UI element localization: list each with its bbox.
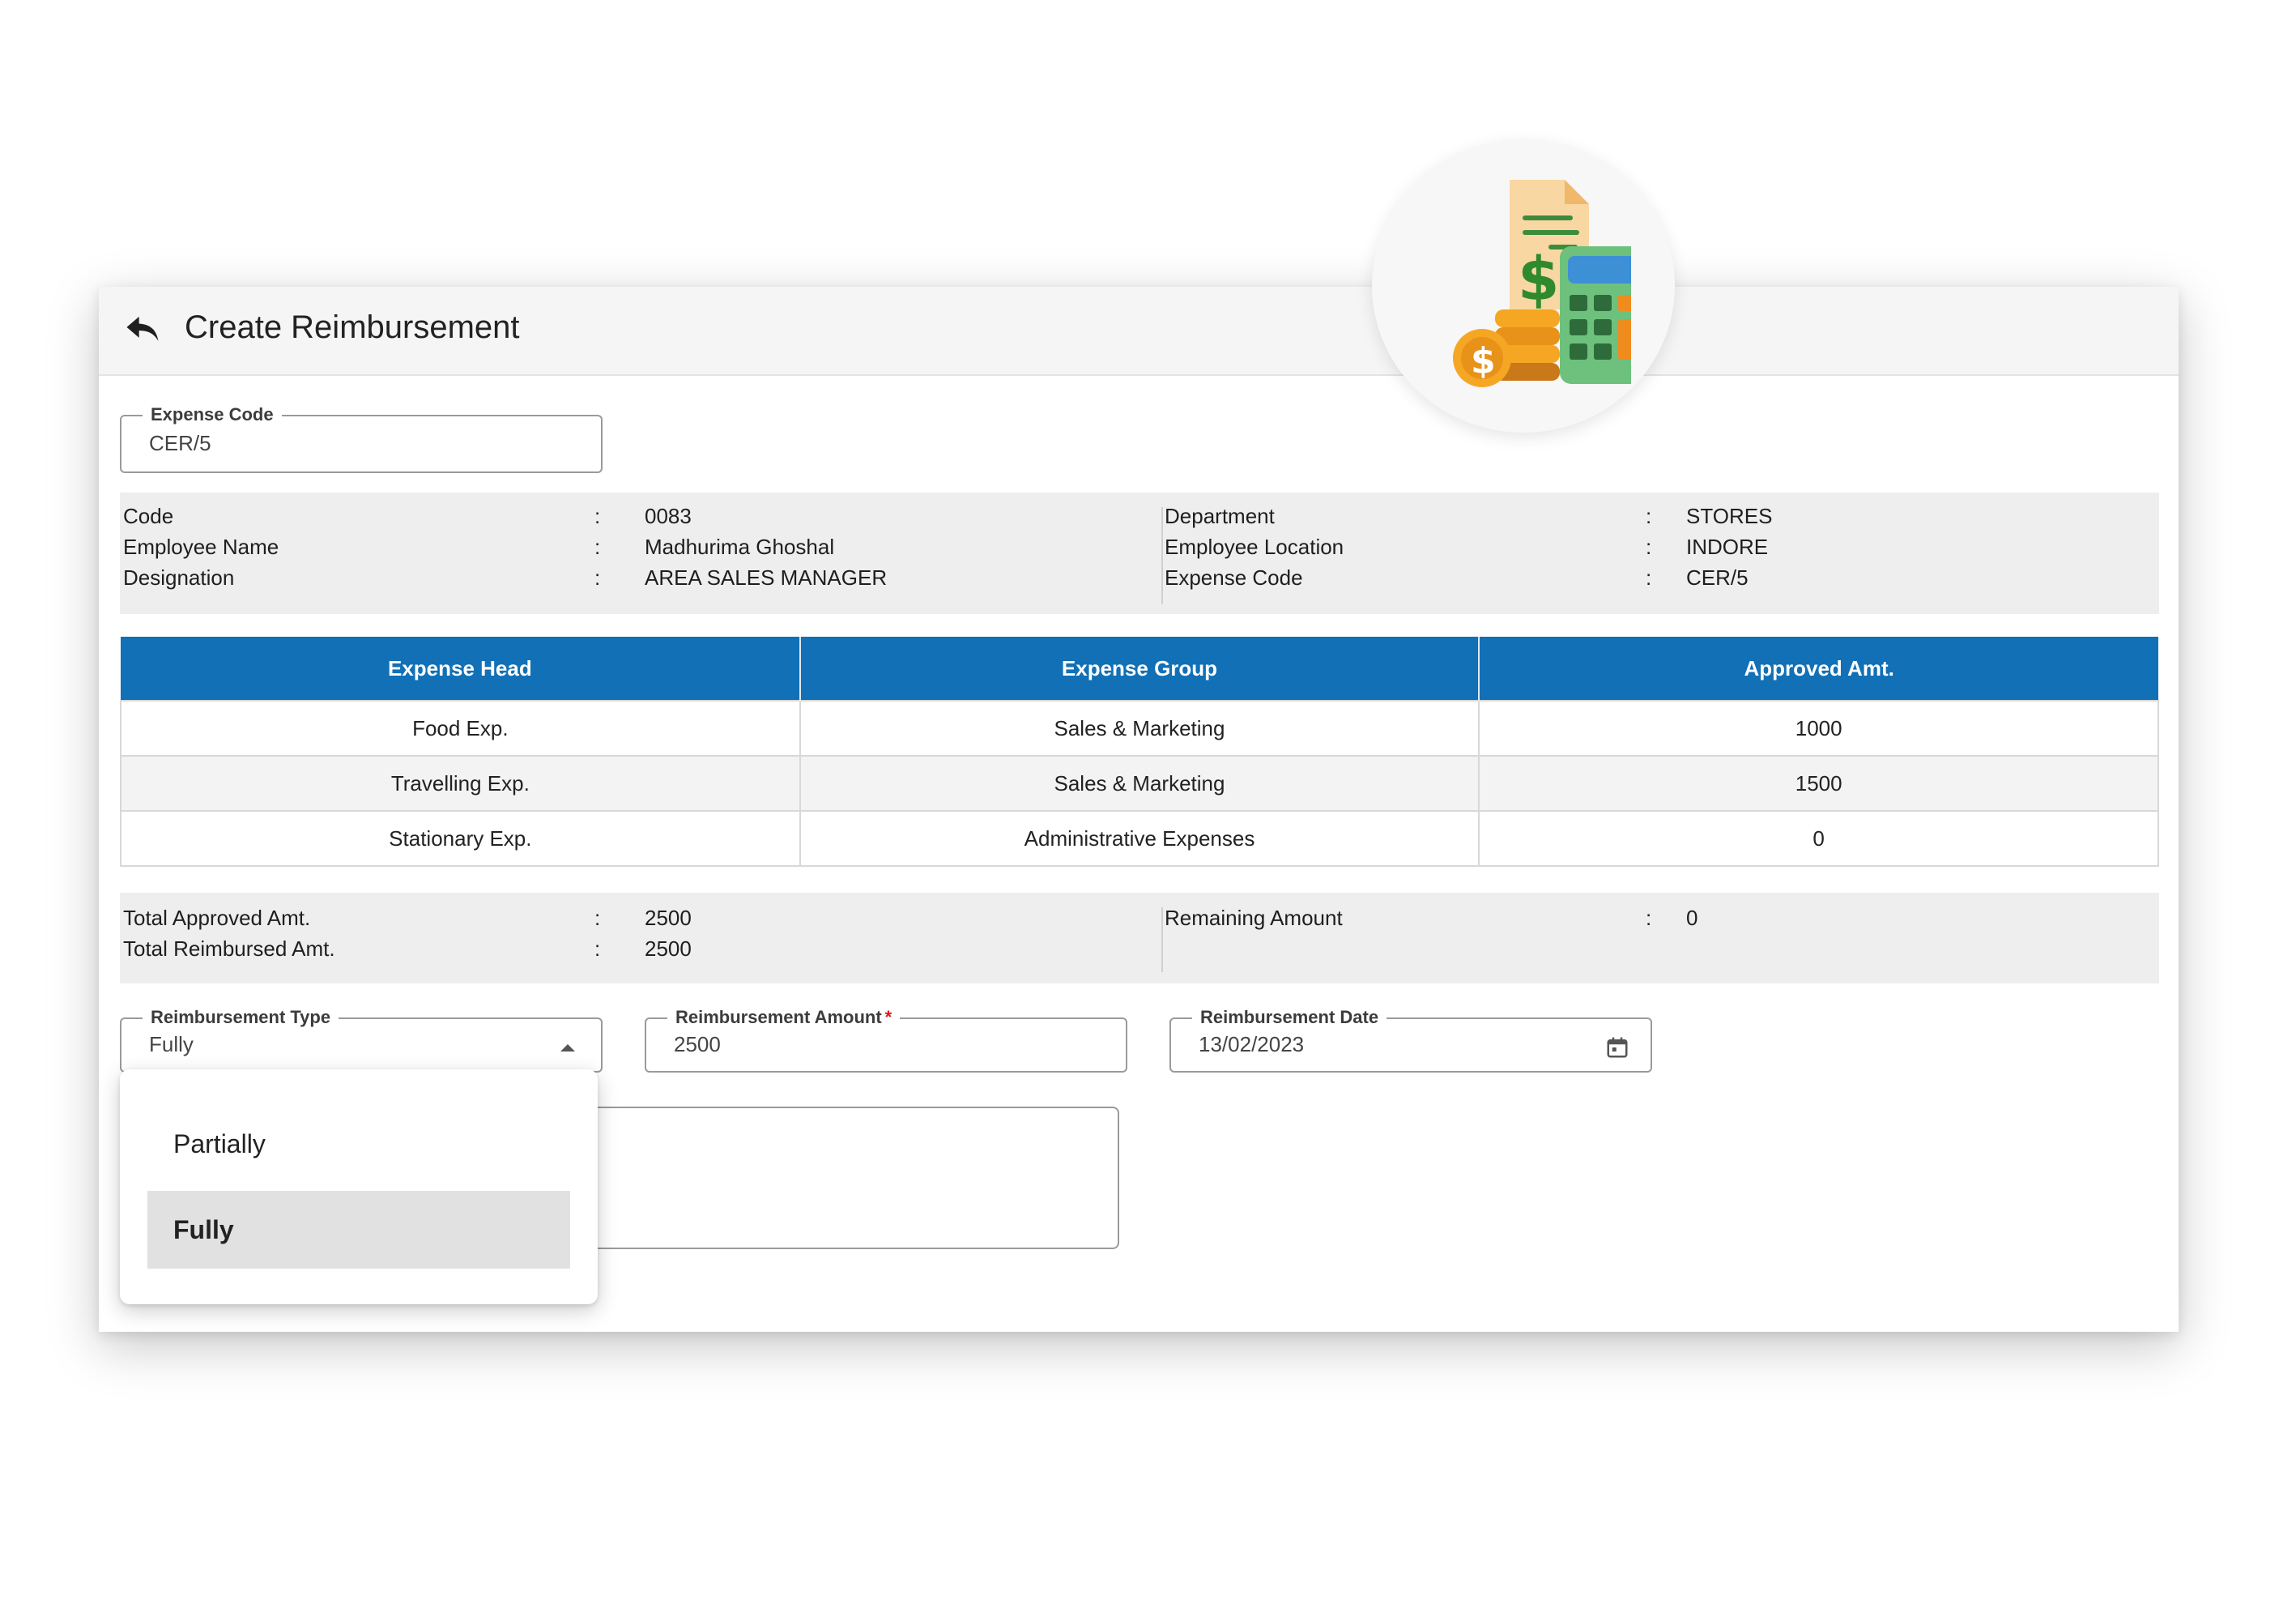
- info-row-employee-name: Employee Name : Madhurima Ghoshal: [123, 535, 1127, 565]
- table-row: Food Exp. Sales & Marketing 1000: [120, 700, 2159, 757]
- department-colon: :: [1646, 504, 1652, 528]
- column-header-expense-head: Expense Head: [121, 637, 801, 701]
- finance-badge: $ $: [1372, 139, 1675, 433]
- info-row-designation: Designation : AREA SALES MANAGER: [123, 565, 1127, 596]
- info-row-employee-location: Employee Location : INDORE: [1165, 535, 2136, 565]
- table-cell: Administrative Expenses: [799, 810, 1480, 867]
- info-expense-code-value: CER/5: [1686, 565, 1749, 590]
- total-reimbursed-row: Total Reimbursed Amt. : 2500: [123, 936, 1127, 967]
- designation-label: Designation: [123, 565, 235, 590]
- employee-name-label: Employee Name: [123, 535, 279, 559]
- totals-panel: Total Approved Amt. : 2500 Total Reimbur…: [120, 893, 2159, 983]
- employee-location-value: INDORE: [1686, 535, 1769, 559]
- table-row: Stationary Exp. Administrative Expenses …: [120, 810, 2159, 867]
- reimbursement-calculator-icon: $ $: [1453, 180, 1631, 387]
- employee-name-colon: :: [594, 535, 601, 559]
- column-header-approved-amt: Approved Amt.: [1479, 637, 2158, 701]
- total-approved-colon: :: [594, 906, 601, 930]
- department-value: STORES: [1686, 504, 1773, 528]
- expense-code-label: Expense Code: [143, 405, 282, 424]
- calendar-icon[interactable]: [1605, 1035, 1629, 1060]
- employee-info-panel: Code : 0083 Employee Name : Madhurima Gh…: [120, 493, 2159, 614]
- caret-up-icon[interactable]: [559, 1042, 577, 1053]
- table-cell: Sales & Marketing: [799, 755, 1480, 812]
- reimbursement-amount-value: 2500: [674, 1032, 721, 1056]
- remaining-amount-value: 0: [1686, 906, 1698, 930]
- table-cell: 0: [1478, 810, 2159, 867]
- required-mark: *: [884, 1007, 892, 1027]
- reimbursement-date-label: Reimbursement Date: [1192, 1008, 1387, 1027]
- info-row-expense-code: Expense Code : CER/5: [1165, 565, 2136, 596]
- expense-code-value: CER/5: [149, 431, 211, 455]
- reimbursement-type-label: Reimbursement Type: [143, 1008, 339, 1027]
- code-colon: :: [594, 504, 601, 528]
- designation-colon: :: [594, 565, 601, 590]
- code-label: Code: [123, 504, 174, 528]
- option-fully[interactable]: Fully: [147, 1191, 570, 1269]
- table-cell: Food Exp.: [120, 700, 801, 757]
- employee-name-value: Madhurima Ghoshal: [645, 535, 835, 559]
- total-approved-value: 2500: [645, 906, 692, 930]
- table-cell: Sales & Marketing: [799, 700, 1480, 757]
- info-row-code: Code : 0083: [123, 504, 1127, 535]
- totals-divider: [1161, 907, 1163, 972]
- table-header-row: Expense Head Expense Group Approved Amt.: [121, 637, 2158, 701]
- designation-value: AREA SALES MANAGER: [645, 565, 888, 590]
- reimbursement-amount-label-text: Reimbursement Amount: [675, 1007, 882, 1027]
- expense-code-field[interactable]: Expense Code CER/5: [120, 405, 603, 473]
- remaining-amount-colon: :: [1646, 906, 1652, 930]
- table-cell: 1000: [1478, 700, 2159, 757]
- svg-text:$: $: [1518, 245, 1560, 314]
- code-value: 0083: [645, 504, 692, 528]
- remaining-amount-label: Remaining Amount: [1165, 906, 1343, 930]
- column-header-expense-group: Expense Group: [799, 637, 1480, 701]
- total-approved-label: Total Approved Amt.: [123, 906, 311, 930]
- reimbursement-amount-field[interactable]: Reimbursement Amount * 2500: [645, 1008, 1127, 1073]
- expense-table: Expense Head Expense Group Approved Amt.…: [120, 637, 2159, 867]
- total-reimbursed-value: 2500: [645, 936, 692, 961]
- table-row: Travelling Exp. Sales & Marketing 1500: [120, 755, 2159, 812]
- employee-location-colon: :: [1646, 535, 1652, 559]
- table-cell: Stationary Exp.: [120, 810, 801, 867]
- total-reimbursed-colon: :: [594, 936, 601, 961]
- reimbursement-type-dropdown: Partially Fully: [120, 1069, 598, 1304]
- department-label: Department: [1165, 504, 1275, 528]
- page-title: Create Reimbursement: [185, 309, 520, 345]
- info-divider: [1161, 507, 1163, 604]
- reimbursement-type-value: Fully: [149, 1032, 194, 1056]
- back-arrow-icon[interactable]: [121, 308, 164, 350]
- page-header: Create Reimbursement: [99, 287, 2179, 376]
- table-cell: 1500: [1478, 755, 2159, 812]
- employee-location-label: Employee Location: [1165, 535, 1344, 559]
- remaining-amount-row: Remaining Amount : 0: [1165, 906, 2136, 936]
- total-approved-row: Total Approved Amt. : 2500: [123, 906, 1127, 936]
- reimbursement-date-value: 13/02/2023: [1199, 1032, 1305, 1056]
- option-partially[interactable]: Partially: [147, 1105, 570, 1183]
- table-cell: Travelling Exp.: [120, 755, 801, 812]
- total-reimbursed-label: Total Reimbursed Amt.: [123, 936, 335, 961]
- reimbursement-type-select[interactable]: Reimbursement Type Fully: [120, 1008, 603, 1073]
- reimbursement-date-field[interactable]: Reimbursement Date 13/02/2023: [1169, 1008, 1652, 1073]
- info-expense-code-label: Expense Code: [1165, 565, 1303, 590]
- info-expense-code-colon: :: [1646, 565, 1652, 590]
- reimbursement-amount-label: Reimbursement Amount *: [667, 1007, 901, 1027]
- svg-text:$: $: [1471, 340, 1496, 382]
- info-row-department: Department : STORES: [1165, 504, 2136, 535]
